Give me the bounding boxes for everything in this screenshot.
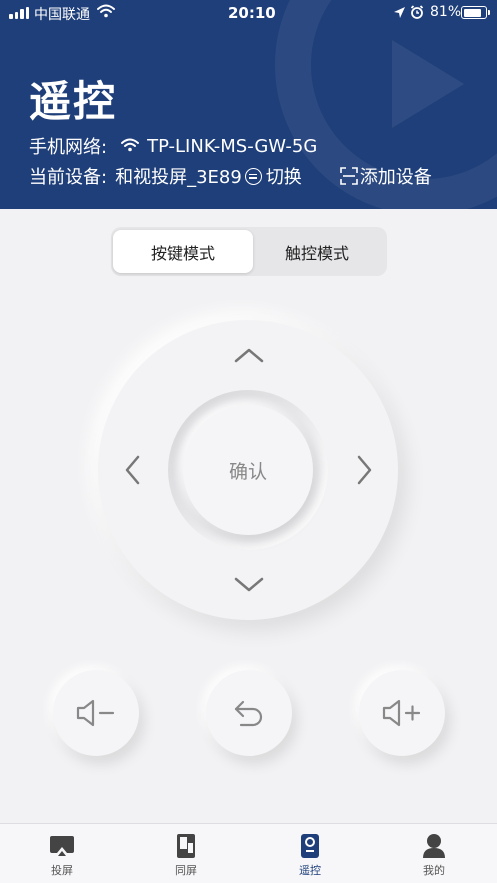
- device-row: 当前设备: 和视投屏_3E89 切换 添加设备: [29, 163, 432, 189]
- signal-icon: [9, 7, 29, 19]
- ok-button[interactable]: 确认: [183, 405, 313, 535]
- page-title: 遥控: [29, 77, 118, 126]
- device-name: 和视投屏_3E89: [115, 167, 242, 188]
- back-button[interactable]: [206, 670, 292, 756]
- add-device-button[interactable]: 添加设备: [360, 163, 432, 189]
- chevron-down-icon: [234, 577, 264, 592]
- mode-switcher: 按键模式 触控模式: [111, 227, 387, 276]
- decorative-play-icon: [392, 40, 464, 128]
- tab-cast[interactable]: 投屏: [0, 824, 124, 883]
- tab-cast-label: 投屏: [51, 864, 73, 877]
- battery-icon: [461, 6, 490, 19]
- chevron-up-icon: [234, 348, 264, 363]
- back-icon: [234, 700, 263, 727]
- cast-icon: [49, 833, 75, 859]
- tab-remote[interactable]: 遥控: [248, 824, 372, 883]
- wifi-icon: [121, 136, 140, 157]
- tab-bar: 投屏 同屏 遥控 我的: [0, 823, 497, 883]
- tab-profile[interactable]: 我的: [372, 824, 496, 883]
- tab-touch-mode[interactable]: 触控模式: [247, 230, 387, 273]
- tab-profile-label: 我的: [423, 864, 445, 877]
- volume-down-button[interactable]: [53, 670, 139, 756]
- remote-icon: [299, 833, 321, 859]
- location-icon: [393, 5, 406, 23]
- right-button[interactable]: [350, 455, 380, 485]
- chevron-right-icon: [357, 455, 372, 485]
- wifi-status-icon: [97, 4, 115, 22]
- status-bar: 中国联通 20:10 81%: [0, 0, 497, 26]
- tab-mirror[interactable]: 同屏: [124, 824, 248, 883]
- profile-icon: [422, 833, 446, 859]
- alarm-icon: [410, 5, 424, 23]
- volume-up-button[interactable]: [359, 670, 445, 756]
- chevron-left-icon: [125, 455, 140, 485]
- switch-icon[interactable]: [244, 167, 262, 185]
- left-button[interactable]: [117, 455, 147, 485]
- device-label: 当前设备:: [29, 167, 108, 188]
- network-label: 手机网络:: [29, 137, 108, 158]
- network-name: TP-LINK-MS-GW-5G: [147, 135, 318, 157]
- carrier-name: 中国联通: [34, 7, 90, 23]
- clock: 20:10: [228, 4, 276, 22]
- header: 中国联通 20:10 81% 遥控 手机网络: TP-LINK-MS-GW-5G…: [0, 0, 497, 209]
- battery-percent: 81%: [430, 4, 462, 20]
- down-button[interactable]: [234, 570, 264, 600]
- scan-icon[interactable]: [340, 167, 358, 185]
- tab-remote-label: 遥控: [299, 864, 321, 877]
- volume-down-icon: [76, 699, 115, 727]
- volume-up-icon: [382, 699, 421, 727]
- up-button[interactable]: [234, 340, 264, 370]
- switch-device-button[interactable]: 切换: [266, 163, 302, 189]
- tab-mirror-label: 同屏: [175, 864, 197, 877]
- network-row: 手机网络: TP-LINK-MS-GW-5G: [29, 133, 317, 159]
- mirror-icon: [175, 833, 197, 859]
- tab-key-mode[interactable]: 按键模式: [113, 230, 253, 273]
